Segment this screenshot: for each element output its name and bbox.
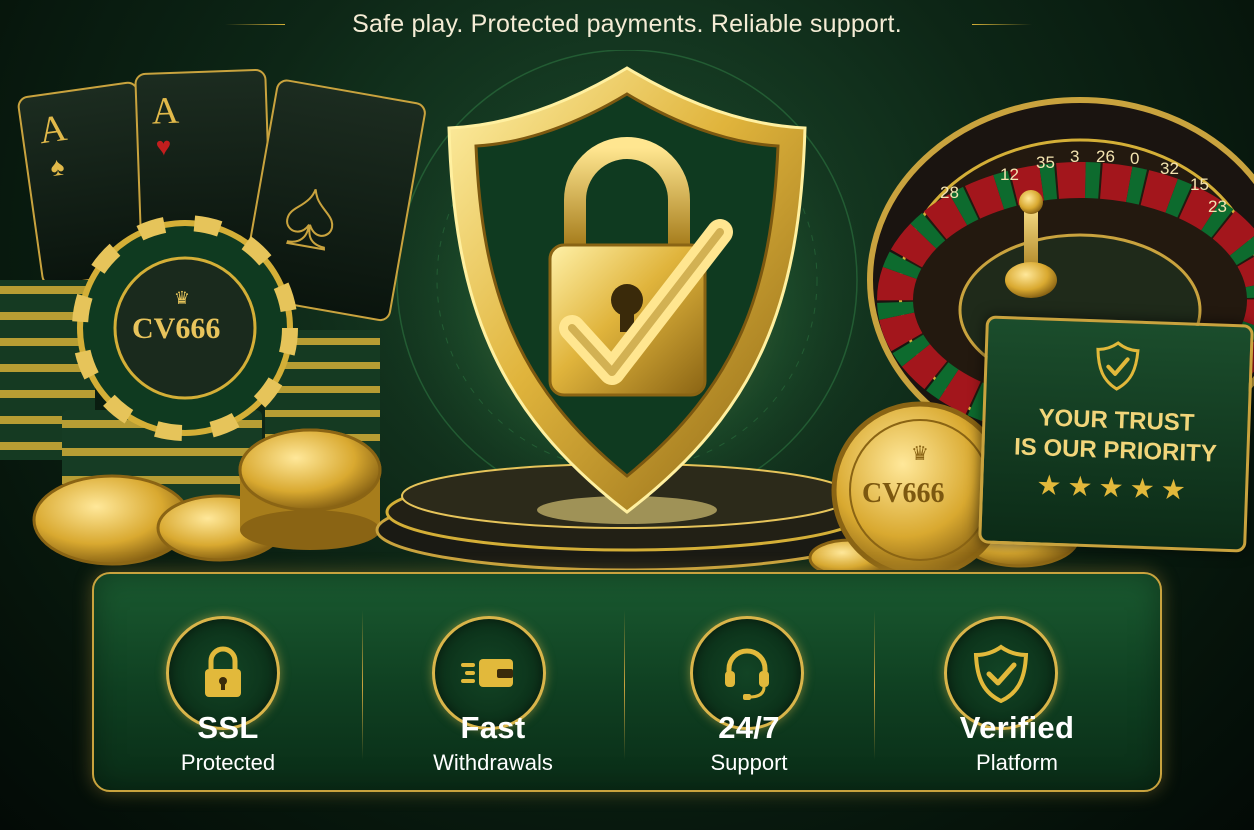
heart-icon: ♥ <box>155 131 171 162</box>
feature-withdrawals-title: Fast <box>460 710 526 745</box>
feature-ssl-title: SSL <box>197 710 259 745</box>
roulette-number: 23 <box>1208 197 1227 216</box>
feature-withdrawals-subtitle: Withdrawals <box>433 750 553 775</box>
crown-icon: ♛ <box>174 288 190 308</box>
coin-brand-text: CV666 <box>862 478 945 509</box>
roulette-number: 3 <box>1070 147 1079 166</box>
feature-verified-title: Verified <box>959 710 1075 745</box>
feature-support-title: 24/7 <box>718 710 780 745</box>
shield-check-icon <box>1096 341 1140 391</box>
feature-withdrawals: Fast Withdrawals <box>362 574 624 790</box>
tagline-bar: Safe play. Protected payments. Reliable … <box>0 0 1254 50</box>
card-2-rank: A <box>151 90 180 133</box>
wallet-fast-icon <box>461 659 513 687</box>
roulette-number: 28 <box>940 183 959 202</box>
hero-scene: A ♠ A ♥ ♠ ♛ 28 12 35 3 26 0 32 15 23 ♛ C… <box>0 50 1254 570</box>
feature-support: 24/7 Support <box>624 574 874 790</box>
features-panel: SSL Protected Fast Withdrawals 24/7 Supp… <box>92 572 1162 792</box>
feature-ssl-subtitle: Protected <box>180 750 276 775</box>
trust-card: YOUR TRUST IS OUR PRIORITY ★★★★★ <box>978 315 1254 553</box>
shield-check-icon <box>973 644 1029 703</box>
feature-verified: Verified Platform <box>874 574 1160 790</box>
roulette-number: 12 <box>1000 165 1019 184</box>
roulette-number: 0 <box>1130 149 1139 168</box>
feature-verified-subtitle: Platform <box>976 750 1058 775</box>
chip-brand-text: CV666 <box>132 312 221 345</box>
roulette-number: 35 <box>1036 153 1055 172</box>
roulette-number: 15 <box>1190 175 1209 194</box>
headset-icon <box>725 648 769 700</box>
padlock-icon <box>205 646 241 697</box>
crown-icon: ♛ <box>911 443 929 465</box>
tagline: Safe play. Protected payments. Reliable … <box>352 10 902 38</box>
feature-support-subtitle: Support <box>710 750 788 775</box>
rating-stars: ★★★★★ <box>1035 469 1193 506</box>
roulette-number: 32 <box>1160 159 1179 178</box>
feature-ssl: SSL Protected <box>94 574 362 790</box>
tagline-divider-right <box>972 24 1032 25</box>
roulette-number: 26 <box>1096 147 1115 166</box>
